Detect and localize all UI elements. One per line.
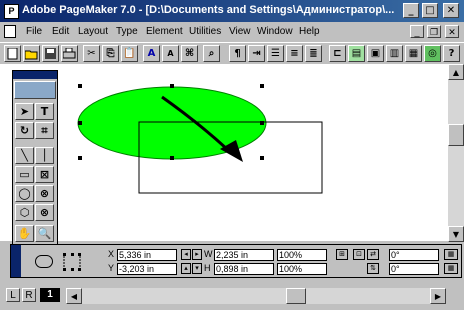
layers-icon[interactable]: ▣: [367, 45, 384, 62]
bullet-list-icon[interactable]: ☰: [267, 45, 284, 62]
mdi-close-button[interactable]: ✕: [445, 25, 459, 38]
width-scale-field[interactable]: 100%: [277, 249, 327, 261]
polygon-tool-icon[interactable]: ⬡: [15, 204, 34, 221]
text-tool-icon[interactable]: T: [35, 103, 54, 120]
vertical-scrollbar[interactable]: ▲ ▼: [448, 64, 464, 242]
rotate-nudge-icon[interactable]: ⊡: [353, 249, 365, 260]
apply-button[interactable]: [35, 255, 53, 268]
window-title: Adobe PageMaker 7.0 - [D:\Documents and …: [22, 4, 395, 16]
font-size-down-icon[interactable]: A: [162, 45, 179, 62]
scroll-left-icon[interactable]: ◀: [66, 288, 82, 304]
pagemaker-app-icon[interactable]: P: [4, 4, 19, 19]
h-nudge-icon[interactable]: ▾: [192, 263, 202, 274]
y-label: Y: [108, 263, 115, 273]
grid-lower-icon[interactable]: ▦: [444, 263, 458, 274]
paragraph-icon[interactable]: ¶: [229, 45, 246, 62]
polygon-frame-tool-icon[interactable]: ⊗: [35, 204, 54, 221]
proportional-scaling-icon[interactable]: ⊞: [336, 249, 348, 260]
left-master-page-tab[interactable]: L: [6, 288, 20, 302]
rectangle-tool-icon[interactable]: ▭: [15, 166, 34, 183]
menu-layout[interactable]: Layout: [78, 26, 108, 37]
constrained-line-tool-icon[interactable]: │: [35, 147, 54, 164]
menu-help[interactable]: Help: [299, 26, 320, 37]
crop-tool-icon[interactable]: ⌗: [35, 122, 54, 139]
title-bar: P Adobe PageMaker 7.0 - [D:\Documents an…: [0, 0, 464, 22]
grid-icon[interactable]: ▦: [444, 249, 458, 260]
control-palette-handle[interactable]: [11, 245, 21, 277]
align-right-icon[interactable]: ≣: [305, 45, 322, 62]
x-nudge-icon[interactable]: ◂: [181, 249, 191, 260]
menu-utilities[interactable]: Utilities: [189, 26, 221, 37]
close-button[interactable]: ✕: [443, 3, 459, 18]
open-folder-icon[interactable]: [23, 45, 40, 62]
menu-type[interactable]: Type: [116, 26, 138, 37]
menu-window[interactable]: Window: [257, 26, 293, 37]
skew-field[interactable]: 0°: [389, 263, 439, 275]
y-nudge-icon[interactable]: ▴: [181, 263, 191, 274]
save-icon[interactable]: [42, 45, 59, 62]
hand-tool-icon[interactable]: ✋: [15, 225, 34, 242]
menu-view[interactable]: View: [229, 26, 251, 37]
styles-icon[interactable]: ▥: [386, 45, 403, 62]
pointer-tool-icon[interactable]: ➤: [15, 103, 34, 120]
width-field[interactable]: 2,235 in: [214, 249, 274, 261]
menu-edit[interactable]: Edit: [52, 26, 69, 37]
spell-check-icon[interactable]: ⌘: [181, 45, 198, 62]
indent-icon[interactable]: ⇥: [248, 45, 265, 62]
horizontal-scroll-thumb[interactable]: [286, 288, 306, 304]
toolbox-palette: ➤ T ↻ ⌗ ╲ │ ▭ ⊠ ◯ ⊗ ⬡ ⊗ ✋ 🔍: [12, 70, 58, 246]
height-field[interactable]: 0,898 in: [214, 263, 274, 275]
reference-point-icon[interactable]: [63, 253, 81, 271]
horizontal-scrollbar[interactable]: ◀ ▶: [66, 288, 446, 304]
x-label: X: [108, 249, 115, 259]
scroll-right-icon[interactable]: ▶: [430, 288, 446, 304]
menu-element[interactable]: Element: [146, 26, 183, 37]
scroll-up-icon[interactable]: ▲: [448, 64, 464, 80]
height-scale-field[interactable]: 100%: [277, 263, 327, 275]
vertical-scroll-thumb[interactable]: [448, 124, 464, 146]
zoom-tool-icon[interactable]: 🔍: [35, 225, 54, 242]
find-icon[interactable]: ⌕: [203, 45, 220, 62]
scroll-down-icon[interactable]: ▼: [448, 226, 464, 242]
align-left-icon[interactable]: ≡: [286, 45, 303, 62]
maximize-button[interactable]: □: [422, 3, 438, 18]
current-page-tab[interactable]: 1: [40, 288, 60, 302]
mdi-restore-button[interactable]: ❐: [427, 25, 441, 38]
toolbar: ✂ ⎘ 📋 A A ⌘ ⌕ ¶ ⇥ ☰ ≡ ≣ ⊏ ▤ ▣ ▥ ▦ ◎ ?: [0, 42, 464, 65]
page-canvas[interactable]: [0, 64, 448, 241]
copy-icon[interactable]: ⎘: [102, 45, 119, 62]
document-icon[interactable]: [4, 25, 16, 38]
right-master-page-tab[interactable]: R: [22, 288, 36, 302]
h-label: H: [204, 263, 211, 273]
minimize-button[interactable]: _: [403, 3, 419, 18]
rectangle-frame-tool-icon[interactable]: ⊠: [35, 166, 54, 183]
toolbox-logo-icon: [14, 81, 56, 99]
control-palette: X Y 5,336 in -3,203 in ◂ ▴ ▸ ▾ W H 2,235…: [10, 244, 462, 278]
cut-icon[interactable]: ✂: [83, 45, 100, 62]
paste-icon[interactable]: 📋: [121, 45, 138, 62]
print-icon[interactable]: [61, 45, 78, 62]
font-size-up-icon[interactable]: A: [143, 45, 160, 62]
help-icon[interactable]: ?: [443, 45, 460, 62]
frame-icon[interactable]: ▤: [348, 45, 365, 62]
rotation-field[interactable]: 0°: [389, 249, 439, 261]
colors-icon[interactable]: ▦: [405, 45, 422, 62]
ellipse-frame-tool-icon[interactable]: ⊗: [35, 185, 54, 202]
toolbox-title-bar[interactable]: [13, 71, 57, 79]
menu-file[interactable]: File: [26, 26, 42, 37]
w-label: W: [204, 249, 213, 259]
web-icon[interactable]: ◎: [424, 45, 441, 62]
line-tool-icon[interactable]: ╲: [15, 147, 34, 164]
x-position-field[interactable]: 5,336 in: [117, 249, 177, 261]
y-position-field[interactable]: -3,203 in: [117, 263, 177, 275]
ellipse-tool-icon[interactable]: ◯: [15, 185, 34, 202]
new-document-icon[interactable]: [4, 45, 21, 62]
rotate-tool-icon[interactable]: ↻: [15, 122, 34, 139]
vertical-flip-icon[interactable]: ⇅: [367, 263, 379, 274]
menu-bar: File Edit Layout Type Element Utilities …: [0, 22, 464, 42]
horizontal-flip-icon[interactable]: ⇄: [367, 249, 379, 260]
w-nudge-icon[interactable]: ▸: [192, 249, 202, 260]
mdi-minimize-button[interactable]: _: [410, 25, 424, 38]
place-icon[interactable]: ⊏: [329, 45, 346, 62]
